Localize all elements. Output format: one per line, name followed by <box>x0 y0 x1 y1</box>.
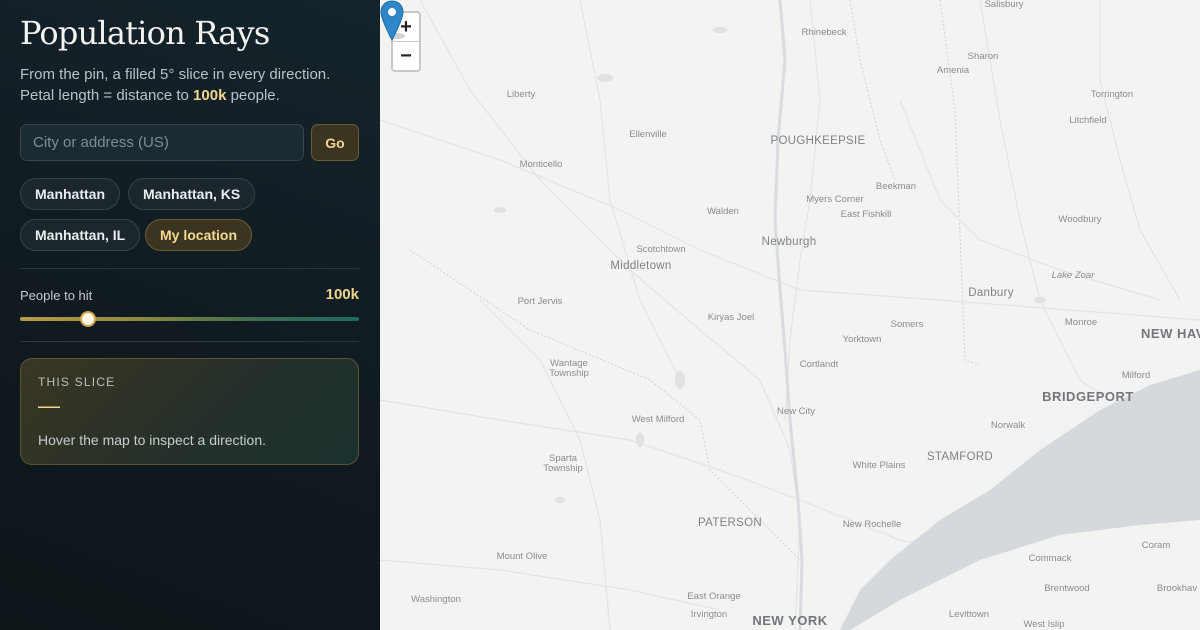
app-title: Population Rays <box>20 14 270 52</box>
place-label: Brookhav <box>1156 583 1198 594</box>
place-label: NEW HAV <box>1141 326 1200 341</box>
place-label: Commack <box>1028 553 1072 564</box>
place-label: Middletown <box>610 260 672 272</box>
place-label: Irvington <box>690 609 728 620</box>
place-label: Walden <box>707 206 739 217</box>
people-slider-thumb[interactable] <box>79 311 96 327</box>
slice-heading: THIS SLICE <box>38 375 116 389</box>
place-label: NEW YORK <box>752 613 828 628</box>
place-label: East Fishkill <box>840 209 892 220</box>
go-button[interactable]: Go <box>311 124 359 161</box>
place-label: POUGHKEEPSIE <box>770 135 866 147</box>
place-label: West Milford <box>631 414 685 425</box>
place-label: Scotchtown <box>636 244 686 255</box>
subtitle-highlight: 100k <box>193 87 227 104</box>
place-label: West Islip <box>1023 619 1065 630</box>
place-label: Salisbury <box>984 0 1024 10</box>
place-label: Litchfield <box>1069 115 1107 126</box>
place-label: Lake Zoar <box>1051 270 1095 281</box>
slice-value: — <box>38 393 60 418</box>
hudson-river <box>773 0 804 630</box>
place-label: New Rochelle <box>842 519 902 530</box>
place-label: Wantage Township <box>549 358 589 379</box>
subtitle-line-1: From the pin, a filled 5° slice in every… <box>20 66 331 83</box>
people-slider-track[interactable] <box>20 317 359 321</box>
chip-manhattan-ks[interactable]: Manhattan, KS <box>128 178 256 210</box>
place-label: Coram <box>1141 540 1171 551</box>
map-base <box>380 0 1200 630</box>
place-label: Kiryas Joel <box>707 312 755 323</box>
divider <box>20 268 359 269</box>
place-label: Mount Olive <box>496 551 548 562</box>
map[interactable]: Rhinebeck Salisbury Sharon Amenia Torrin… <box>380 0 1200 630</box>
place-label: White Plains <box>852 460 906 471</box>
place-label: Amenia <box>936 65 970 76</box>
place-label: East Orange <box>687 591 741 602</box>
place-label: PATERSON <box>698 517 762 529</box>
place-label: Yorktown <box>842 334 882 345</box>
place-label: Ellenville <box>629 129 667 140</box>
place-label: Myers Corner <box>806 194 864 205</box>
place-label: Monroe <box>1064 317 1098 328</box>
chip-manhattan[interactable]: Manhattan <box>20 178 120 210</box>
chip-manhattan-il[interactable]: Manhattan, IL <box>20 219 141 251</box>
place-label: Liberty <box>506 89 536 100</box>
place-label: Rhinebeck <box>801 27 847 38</box>
place-label: Monticello <box>519 159 563 170</box>
place-label: New City <box>776 406 816 417</box>
slice-card: THIS SLICE — Hover the map to inspect a … <box>20 358 359 465</box>
place-label: Norwalk <box>990 420 1026 431</box>
sidebar: Population Rays From the pin, a filled 5… <box>0 0 380 630</box>
place-label: Woodbury <box>1058 214 1102 225</box>
place-label: Milford <box>1121 370 1151 381</box>
place-label: Washington <box>411 594 461 605</box>
place-label: Torrington <box>1090 89 1134 100</box>
state-borders <box>409 0 981 561</box>
place-label: Somers <box>890 319 924 330</box>
slider-label: People to hit <box>20 288 93 303</box>
place-label: Newburgh <box>761 236 817 248</box>
slider-value: 100k <box>325 286 359 303</box>
place-label: Sparta Township <box>543 453 583 474</box>
location-pin-icon[interactable] <box>380 0 406 42</box>
place-label: Beekman <box>875 181 917 192</box>
subtitle-line-2-start: Petal length = distance to <box>20 87 194 104</box>
subtitle-line-2-end: people. <box>226 87 280 104</box>
place-label: Levittown <box>948 609 990 620</box>
app-subtitle: From the pin, a filled 5° slice in every… <box>20 64 365 106</box>
search-input[interactable] <box>20 124 304 161</box>
place-label: Cortlandt <box>799 359 839 370</box>
place-label: Port Jervis <box>517 296 563 307</box>
place-label: Danbury <box>968 287 1014 299</box>
zoom-out-button[interactable]: − <box>393 42 419 70</box>
place-label: STAMFORD <box>926 451 994 463</box>
search-row: Go <box>20 124 359 161</box>
chip-my-location[interactable]: My location <box>145 219 253 251</box>
place-label: Brentwood <box>1044 583 1090 594</box>
slice-hint: Hover the map to inspect a direction. <box>38 432 267 448</box>
place-label: Sharon <box>967 51 999 62</box>
place-label: BRIDGEPORT <box>1042 389 1134 404</box>
divider <box>20 341 359 342</box>
